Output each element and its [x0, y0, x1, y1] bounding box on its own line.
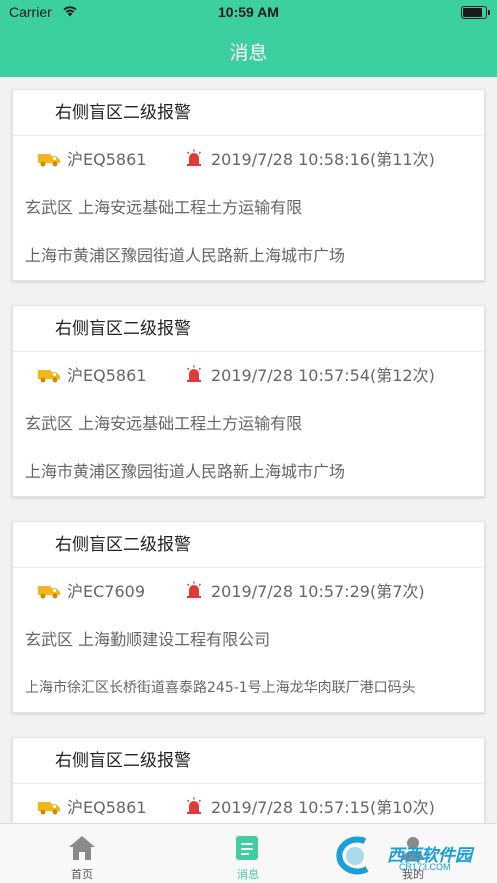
- battery-icon: [461, 6, 490, 19]
- alarm-datetime: 2019/7/28 10:58:16(第11次): [211, 150, 435, 169]
- alarm-icon: [187, 581, 201, 598]
- alarm-icon: [187, 797, 201, 814]
- watermark-sub: CR173.COM: [399, 862, 451, 872]
- status-bar: Carrier 10:59 AM: [0, 0, 497, 26]
- vehicle-info-row: 沪EC7609 2019/7/28 10:57:29(第7次): [13, 568, 484, 616]
- alarm-datetime: 2019/7/28 10:57:15(第10次): [211, 798, 435, 817]
- alarm-title: 右侧盲区二级报警: [13, 306, 484, 352]
- message-card[interactable]: 右侧盲区二级报警 沪EC7609 2019/7/28 10:57:29(第7次)…: [12, 521, 485, 713]
- message-card[interactable]: 右侧盲区二级报警 沪EQ5861 2019/7/28 10:57:15(第10次…: [12, 737, 485, 823]
- site-watermark: 西西软件园 CR173.COM: [325, 835, 485, 877]
- plate-number: 沪EQ5861: [67, 366, 147, 385]
- watermark-logo-icon: [336, 836, 369, 875]
- company-text: 玄武区 上海勤顺建设工程有限公司: [25, 630, 271, 649]
- address-text: 上海市徐汇区长桥街道喜泰路245-1号上海龙华肉联厂港口码头: [25, 680, 416, 696]
- truck-icon: [38, 370, 60, 383]
- plate-number: 沪EC7609: [67, 582, 146, 601]
- alarm-icon: [187, 365, 201, 382]
- alarm-title: 右侧盲区二级报警: [13, 522, 484, 568]
- alarm-icon: [187, 149, 201, 166]
- tab-home-label: 首页: [71, 868, 93, 881]
- message-list[interactable]: 右侧盲区二级报警 沪EQ5861 2019/7/28 10:58:16(第11次…: [0, 77, 497, 823]
- home-icon: [69, 836, 95, 860]
- message-card[interactable]: 右侧盲区二级报警 沪EQ5861 2019/7/28 10:57:54(第12次…: [12, 305, 485, 497]
- vehicle-info-row: 沪EQ5861 2019/7/28 10:57:54(第12次): [13, 352, 484, 400]
- truck-icon: [38, 154, 60, 167]
- nav-bar: 消息: [0, 26, 497, 77]
- alarm-datetime: 2019/7/28 10:57:54(第12次): [211, 366, 435, 385]
- alarm-datetime: 2019/7/28 10:57:29(第7次): [211, 582, 425, 601]
- vehicle-info-row: 沪EQ5861 2019/7/28 10:57:15(第10次): [13, 784, 484, 823]
- page-title: 消息: [229, 42, 268, 64]
- address-text: 上海市黄浦区豫园街道人民路新上海城市广场: [25, 246, 346, 265]
- tab-bar: 首页 消息 我的 西西软件园 CR173.COM: [0, 823, 497, 883]
- alarm-title: 右侧盲区二级报警: [13, 90, 484, 136]
- truck-icon: [38, 586, 60, 599]
- company-text: 玄武区 上海安远基础工程土方运输有限: [25, 414, 303, 433]
- tab-messages[interactable]: 消息: [188, 824, 308, 883]
- message-card[interactable]: 右侧盲区二级报警 沪EQ5861 2019/7/28 10:58:16(第11次…: [12, 89, 485, 281]
- company-text: 玄武区 上海安远基础工程土方运输有限: [25, 198, 303, 217]
- vehicle-info-row: 沪EQ5861 2019/7/28 10:58:16(第11次): [13, 136, 484, 184]
- address-text: 上海市黄浦区豫园街道人民路新上海城市广场: [25, 462, 346, 481]
- plate-number: 沪EQ5861: [67, 150, 147, 169]
- message-icon: [236, 836, 258, 860]
- tab-home[interactable]: 首页: [22, 824, 142, 883]
- status-time: 10:59 AM: [218, 4, 279, 20]
- truck-icon: [38, 802, 60, 815]
- plate-number: 沪EQ5861: [67, 798, 147, 817]
- alarm-title: 右侧盲区二级报警: [13, 738, 484, 784]
- tab-messages-label: 消息: [237, 868, 259, 881]
